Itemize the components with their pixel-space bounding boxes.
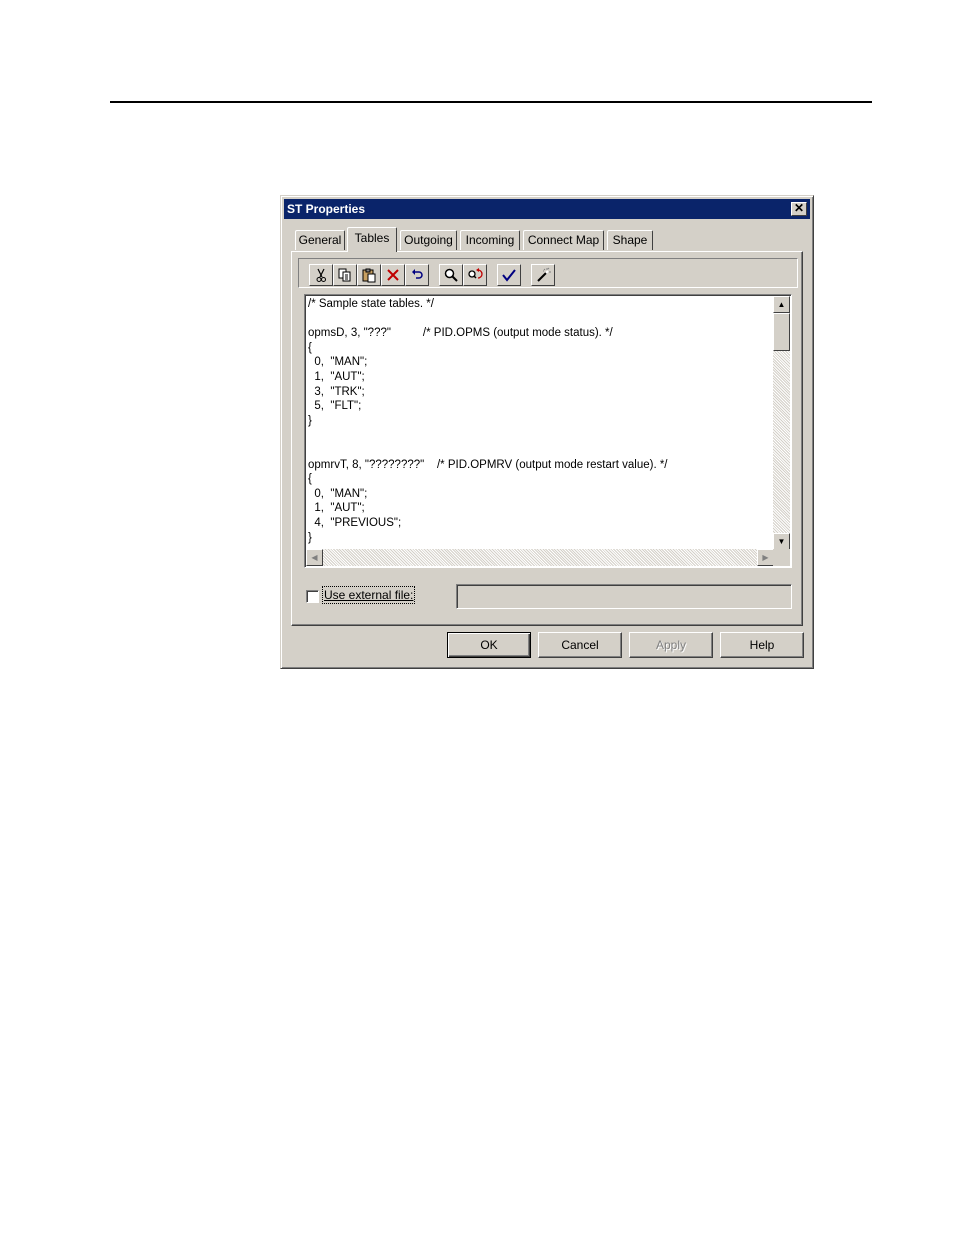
editor-line: opmsD, 3, "???" /* PID.OPMS (output mode… xyxy=(308,327,613,340)
cut-button[interactable] xyxy=(309,264,333,286)
undo-button[interactable] xyxy=(405,264,429,286)
vertical-scrollbar[interactable]: ▲ ▼ xyxy=(773,296,790,550)
use-external-file-label[interactable]: Use external file: xyxy=(321,586,416,604)
close-icon: ✕ xyxy=(793,201,805,215)
tab-general[interactable]: General xyxy=(295,230,345,250)
delete-button[interactable] xyxy=(381,264,405,286)
tab-outgoing[interactable]: Outgoing xyxy=(400,230,457,250)
dialog-title: ST Properties xyxy=(287,202,366,216)
tab-tables[interactable]: Tables xyxy=(347,227,397,252)
editor-line: } xyxy=(308,414,312,427)
editor-line: { xyxy=(308,473,312,486)
tab-label: Tables xyxy=(354,231,390,245)
scrollbar-corner xyxy=(773,549,790,566)
st-properties-dialog: ST Properties ✕ General Tables Outgoing … xyxy=(280,195,814,669)
find-icon xyxy=(444,268,458,282)
copy-button[interactable] xyxy=(333,264,357,286)
editor-line: 4, "PREVIOUS"; xyxy=(308,516,402,529)
wizard-icon xyxy=(537,267,551,282)
find-button[interactable] xyxy=(439,264,463,286)
editor-line: 3, "TRK"; xyxy=(308,385,365,398)
editor-line: 5, "FLT"; xyxy=(308,400,362,413)
right-arrow-icon: ▶ xyxy=(762,553,769,562)
editor-line: 0, "MAN"; xyxy=(308,487,368,500)
wizard-button[interactable] xyxy=(531,264,555,286)
tab-label: General xyxy=(298,233,342,247)
editor-line: 1, "AUT"; xyxy=(308,502,365,515)
tab-connect-map[interactable]: Connect Map xyxy=(523,230,604,250)
copy-icon xyxy=(338,268,351,282)
tab-incoming[interactable]: Incoming xyxy=(460,230,520,250)
scroll-left-button[interactable]: ◀ xyxy=(306,549,323,566)
help-button[interactable]: Help xyxy=(720,632,804,658)
editor-line: 0, "MAN"; xyxy=(308,356,368,369)
apply-button[interactable]: Apply xyxy=(629,632,713,658)
scroll-thumb[interactable] xyxy=(773,313,790,351)
editor-toolbar xyxy=(298,258,798,288)
scroll-up-button[interactable]: ▲ xyxy=(773,296,790,313)
editor-line: { xyxy=(308,341,312,354)
close-button[interactable]: ✕ xyxy=(791,202,807,216)
scroll-right-button[interactable]: ▶ xyxy=(757,549,774,566)
tab-shape[interactable]: Shape xyxy=(607,230,653,250)
editor-line: opmrvT, 8, "????????" /* PID.OPMRV (outp… xyxy=(308,458,668,471)
editor-text[interactable]: /* Sample state tables. */ opmsD, 3, "??… xyxy=(308,297,770,547)
editor-line: 1, "AUT"; xyxy=(308,370,365,383)
ok-button[interactable]: OK xyxy=(447,632,531,658)
check-icon xyxy=(502,269,516,282)
use-external-file-checkbox[interactable] xyxy=(306,590,319,603)
external-file-field xyxy=(456,584,792,609)
cut-icon xyxy=(316,268,326,282)
undo-icon xyxy=(412,269,423,279)
paste-icon xyxy=(362,268,376,283)
page-header-rule xyxy=(110,101,872,103)
editor-line: } xyxy=(308,531,312,544)
title-bar[interactable]: ST Properties ✕ xyxy=(284,199,810,219)
up-arrow-icon: ▲ xyxy=(777,300,786,309)
table-editor[interactable]: /* Sample state tables. */ opmsD, 3, "??… xyxy=(304,294,792,568)
tab-label: Incoming xyxy=(465,233,515,247)
replace-icon xyxy=(468,268,483,279)
tab-label: Shape xyxy=(612,233,648,247)
left-arrow-icon: ◀ xyxy=(311,553,318,562)
delete-icon xyxy=(387,269,399,281)
down-arrow-icon: ▼ xyxy=(777,537,786,546)
tab-label: Connect Map xyxy=(527,233,600,247)
paste-button[interactable] xyxy=(357,264,381,286)
cancel-button[interactable]: Cancel xyxy=(538,632,622,658)
editor-line: /* Sample state tables. */ xyxy=(308,298,434,310)
tab-label: Outgoing xyxy=(404,233,453,247)
replace-button[interactable] xyxy=(463,264,487,286)
check-button[interactable] xyxy=(497,264,521,286)
horizontal-scrollbar[interactable]: ◀ ▶ xyxy=(306,549,774,566)
scroll-down-button[interactable]: ▼ xyxy=(773,533,790,550)
